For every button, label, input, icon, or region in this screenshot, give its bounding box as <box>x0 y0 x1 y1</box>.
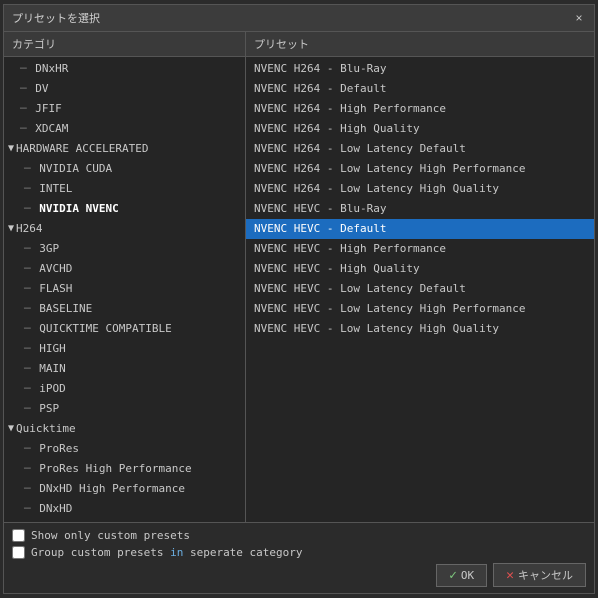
button-row: ✓ OK ✕ キャンセル <box>12 563 586 587</box>
category-hardware-accelerated[interactable]: ▼ HARDWARE ACCELERATED <box>4 139 245 159</box>
title-bar: プリセットを選択 × <box>4 5 594 32</box>
list-item[interactable]: ─ DNxHR <box>4 59 245 79</box>
x-icon: ✕ <box>506 568 514 583</box>
ok-button[interactable]: ✓ OK <box>436 564 487 587</box>
list-item[interactable]: NVENC HEVC - Low Latency High Performanc… <box>246 299 594 319</box>
category-header: カテゴリ <box>4 32 245 57</box>
left-panel: カテゴリ ─ DNxHR ─ DV ─ JFIF ─ XDCAM ▼ HARDW… <box>4 32 246 522</box>
category-tree[interactable]: ─ DNxHR ─ DV ─ JFIF ─ XDCAM ▼ HARDWARE A… <box>4 57 245 522</box>
custom-presets-label[interactable]: Show only custom presets <box>31 529 190 542</box>
close-button[interactable]: × <box>572 11 586 25</box>
checkbox-row-2: Group custom presets in seperate categor… <box>12 546 586 559</box>
list-item[interactable]: ─ AVCHD <box>4 259 245 279</box>
list-item[interactable]: ─ 3GP <box>4 239 245 259</box>
list-item[interactable]: ─ iPOD <box>4 379 245 399</box>
list-item[interactable]: ─ XDCAM <box>4 119 245 139</box>
expand-icon: ▼ <box>8 141 14 157</box>
list-item[interactable]: ─ INTEL <box>4 179 245 199</box>
list-item[interactable]: NVENC H264 - High Performance <box>246 99 594 119</box>
list-item[interactable]: NVENC H264 - Default <box>246 79 594 99</box>
list-item-nvenc[interactable]: ─ NVIDIA NVENC <box>4 199 245 219</box>
list-item[interactable]: NVENC HEVC - Low Latency Default <box>246 279 594 299</box>
list-item[interactable]: ─ HIGH <box>4 339 245 359</box>
list-item[interactable]: ─ ProRes <box>4 439 245 459</box>
footer: Show only custom presets Group custom pr… <box>4 522 594 593</box>
preset-list[interactable]: NVENC H264 - Blu-Ray NVENC H264 - Defaul… <box>246 57 594 522</box>
list-item[interactable]: NVENC H264 - Low Latency High Performanc… <box>246 159 594 179</box>
right-panel: プリセット NVENC H264 - Blu-Ray NVENC H264 - … <box>246 32 594 522</box>
list-item[interactable]: ─ PSP <box>4 399 245 419</box>
category-quicktime[interactable]: ▼ Quicktime <box>4 419 245 439</box>
custom-presets-checkbox[interactable] <box>12 529 25 542</box>
list-item-selected[interactable]: NVENC HEVC - Default <box>246 219 594 239</box>
list-item[interactable]: NVENC H264 - Low Latency Default <box>246 139 594 159</box>
list-item[interactable]: ─ DNxHD <box>4 499 245 519</box>
list-item[interactable]: NVENC H264 - High Quality <box>246 119 594 139</box>
dialog-title: プリセットを選択 <box>12 10 100 26</box>
list-item[interactable]: NVENC HEVC - Low Latency High Quality <box>246 319 594 339</box>
check-icon: ✓ <box>449 568 457 583</box>
group-presets-label[interactable]: Group custom presets in seperate categor… <box>31 546 303 559</box>
list-item[interactable]: NVENC H264 - Low Latency High Quality <box>246 179 594 199</box>
content-area: カテゴリ ─ DNxHR ─ DV ─ JFIF ─ XDCAM ▼ HARDW… <box>4 32 594 522</box>
cancel-button[interactable]: ✕ キャンセル <box>493 563 586 587</box>
list-item[interactable]: NVENC HEVC - Blu-Ray <box>246 199 594 219</box>
group-presets-checkbox[interactable] <box>12 546 25 559</box>
list-item[interactable]: ─ DNxHD High Performance <box>4 479 245 499</box>
dialog: プリセットを選択 × カテゴリ ─ DNxHR ─ DV ─ JFIF ─ XD… <box>3 4 595 594</box>
category-h264[interactable]: ▼ H264 <box>4 219 245 239</box>
list-item[interactable]: ─ DV <box>4 79 245 99</box>
list-item[interactable]: NVENC HEVC - High Quality <box>246 259 594 279</box>
checkbox-row-1: Show only custom presets <box>12 529 586 542</box>
list-item[interactable]: ─ NVIDIA CUDA <box>4 159 245 179</box>
preset-header: プリセット <box>246 32 594 57</box>
list-item[interactable]: ─ MAIN <box>4 359 245 379</box>
expand-icon: ▼ <box>8 421 14 437</box>
list-item[interactable]: ─ QUICKTIME COMPATIBLE <box>4 319 245 339</box>
list-item[interactable]: NVENC H264 - Blu-Ray <box>246 59 594 79</box>
expand-icon: ▼ <box>8 221 14 237</box>
list-item[interactable]: ─ JFIF <box>4 99 245 119</box>
list-item[interactable]: NVENC HEVC - High Performance <box>246 239 594 259</box>
list-item[interactable]: ─ ProRes High Performance <box>4 459 245 479</box>
list-item[interactable]: ─ FLASH <box>4 279 245 299</box>
list-item[interactable]: ─ BASELINE <box>4 299 245 319</box>
